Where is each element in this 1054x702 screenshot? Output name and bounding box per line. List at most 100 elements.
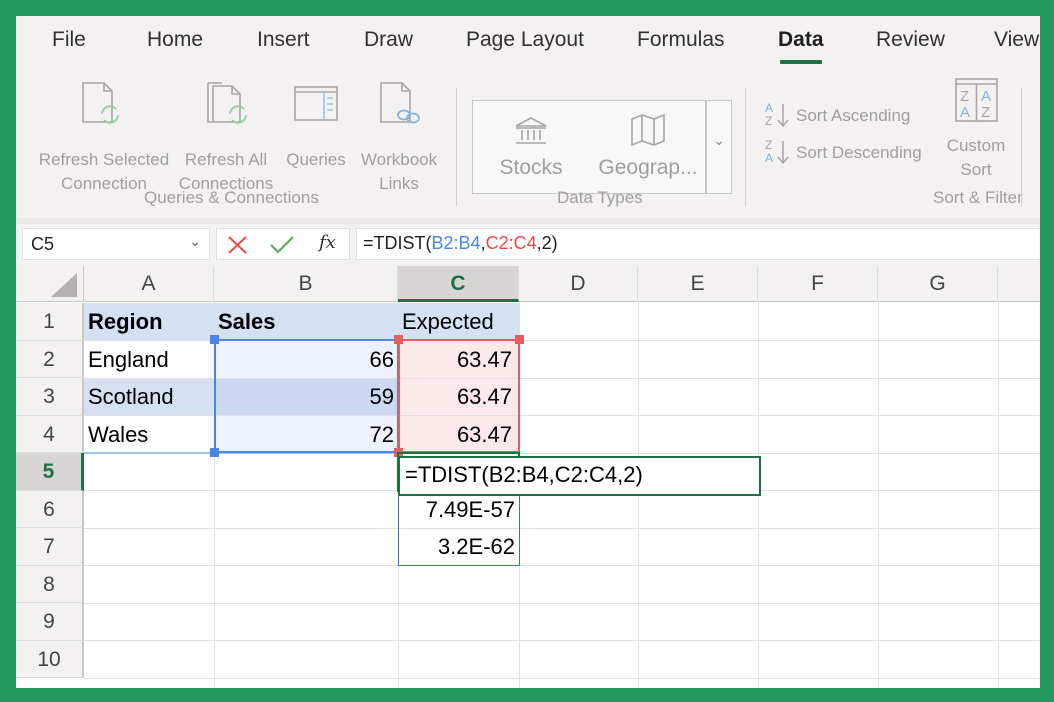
workbook-links-label: Workbook Links [360, 150, 438, 193]
cell-a3[interactable]: Scotland [84, 378, 214, 415]
active-tab-indicator [780, 60, 822, 64]
tab-insert[interactable]: Insert [257, 28, 310, 52]
stocks-label: Stocks [499, 156, 563, 179]
formula-ref-b: B2:B4 [431, 233, 481, 253]
tab-data[interactable]: Data [778, 28, 824, 52]
svg-text:A: A [981, 88, 991, 105]
group-label-queries-connections: Queries & Connections [144, 188, 319, 207]
row-header-7[interactable]: 7 [16, 528, 84, 566]
range-c-resize-handle[interactable] [515, 335, 524, 344]
tab-review[interactable]: Review [876, 28, 945, 52]
cell-a2[interactable]: England [84, 341, 214, 378]
cancel-icon[interactable] [227, 235, 249, 255]
formula-text: ,2) [536, 233, 558, 253]
custom-sort-icon: Z A A Z [955, 78, 998, 122]
svg-text:Z: Z [765, 114, 772, 128]
column-header-row: A B C D E F G [16, 266, 1040, 302]
refresh-all-icon [207, 82, 247, 124]
grid-line [84, 677, 1040, 679]
formula-ref-c: C2:C4 [485, 233, 537, 253]
row-header-10[interactable]: 10 [16, 640, 84, 678]
name-box-value: C5 [31, 234, 55, 254]
grid-line [84, 565, 1040, 566]
ribbon-separator [745, 88, 746, 206]
tab-home[interactable]: Home [147, 28, 203, 52]
excel-window: File Home Insert Draw Page Layout Formul… [16, 16, 1040, 688]
range-b-resize-handle[interactable] [210, 448, 219, 457]
queries-pane-icon [294, 86, 338, 121]
tab-view[interactable]: View [994, 28, 1039, 52]
in-cell-formula-editor[interactable]: =TDIST(B2:B4,C2:C4,2) [398, 456, 761, 496]
queries-label: Queries [286, 150, 346, 169]
range-b-resize-handle[interactable] [210, 335, 219, 344]
group-label-sort-filter: Sort & Filter [933, 188, 1023, 207]
cell-b1[interactable]: Sales [214, 303, 398, 340]
grid-line [878, 302, 879, 688]
row-header-2[interactable]: 2 [16, 340, 84, 378]
grid-line [84, 640, 1040, 641]
spreadsheet-grid: A B C D E F G 1 2 3 4 5 6 7 8 9 10 Regio… [16, 266, 1040, 688]
row-header-6[interactable]: 6 [16, 490, 84, 528]
cell-a1[interactable]: Region [84, 303, 214, 340]
sort-ascending-label: Sort Ascending [796, 106, 911, 125]
grid-line [84, 527, 1040, 529]
svg-text:A: A [765, 101, 773, 115]
cell-c1[interactable]: Expected [398, 303, 519, 340]
geography-label: Geograp... [598, 156, 698, 179]
formula-buttons: fx [216, 228, 350, 260]
gallery-split [705, 100, 707, 194]
svg-text:Z: Z [981, 104, 990, 121]
insert-function-icon[interactable]: fx [319, 232, 336, 253]
ribbon-tabs: File Home Insert Draw Page Layout Formul… [16, 16, 1040, 70]
column-header-c[interactable]: C [398, 266, 519, 302]
column-header-e[interactable]: E [638, 266, 758, 302]
geography-map-icon [631, 114, 665, 146]
tab-page-layout[interactable]: Page Layout [466, 28, 584, 52]
grid-line [84, 602, 1040, 604]
spill-range-outline [398, 490, 520, 566]
column-header-h[interactable] [998, 266, 1040, 302]
svg-text:A: A [765, 151, 773, 165]
formula-text: =TDIST( [363, 233, 432, 253]
row-header-8[interactable]: 8 [16, 565, 84, 603]
row-header-5[interactable]: 5 [16, 453, 84, 491]
row-header-3[interactable]: 3 [16, 378, 84, 416]
row-header-1[interactable]: 1 [16, 303, 84, 341]
range-highlight-c2-c4 [398, 339, 520, 453]
row-header-4[interactable]: 4 [16, 415, 84, 453]
formula-input[interactable]: =TDIST(B2:B4,C2:C4,2) [356, 228, 1040, 260]
chevron-down-icon[interactable]: ⌄ [189, 233, 201, 250]
select-all-button[interactable] [16, 266, 84, 302]
column-header-a[interactable]: A [84, 266, 214, 302]
refresh-document-icon [82, 82, 119, 124]
data-types-more-button[interactable]: ⌄ [708, 128, 730, 152]
column-header-f[interactable]: F [758, 266, 878, 302]
column-header-d[interactable]: D [519, 266, 638, 302]
sort-descending-label: Sort Descending [796, 143, 922, 162]
sort-ascending-icon: A Z [765, 101, 789, 128]
row-header-9[interactable]: 9 [16, 603, 84, 641]
sort-descending-icon: Z A [765, 138, 789, 165]
ribbon-separator [1021, 88, 1022, 206]
column-header-b[interactable]: B [214, 266, 398, 302]
column-header-g[interactable]: G [878, 266, 998, 302]
range-c-resize-handle[interactable] [394, 335, 403, 344]
stocks-bank-icon [515, 117, 547, 144]
ribbon-separator [456, 88, 457, 206]
svg-text:Z: Z [765, 138, 772, 152]
ribbon: Refresh Selected Connection Refresh All … [16, 70, 1040, 218]
tab-file[interactable]: File [52, 28, 86, 52]
custom-sort-label: Custom Sort [946, 136, 1006, 179]
tab-formulas[interactable]: Formulas [637, 28, 725, 52]
range-highlight-b2-b4 [214, 339, 399, 453]
group-label-data-types: Data Types [557, 188, 643, 207]
formula-bar: C5 ⌄ fx =TDIST(B2:B4,C2:C4,2) [16, 224, 1040, 266]
tab-draw[interactable]: Draw [364, 28, 413, 52]
cell-a4[interactable]: Wales [84, 416, 214, 453]
workbook-links-icon [380, 82, 420, 124]
grid-line [998, 302, 999, 688]
name-box[interactable]: C5 ⌄ [22, 228, 210, 260]
svg-text:A: A [960, 104, 970, 121]
enter-check-icon[interactable] [269, 235, 295, 255]
svg-text:Z: Z [960, 88, 969, 105]
